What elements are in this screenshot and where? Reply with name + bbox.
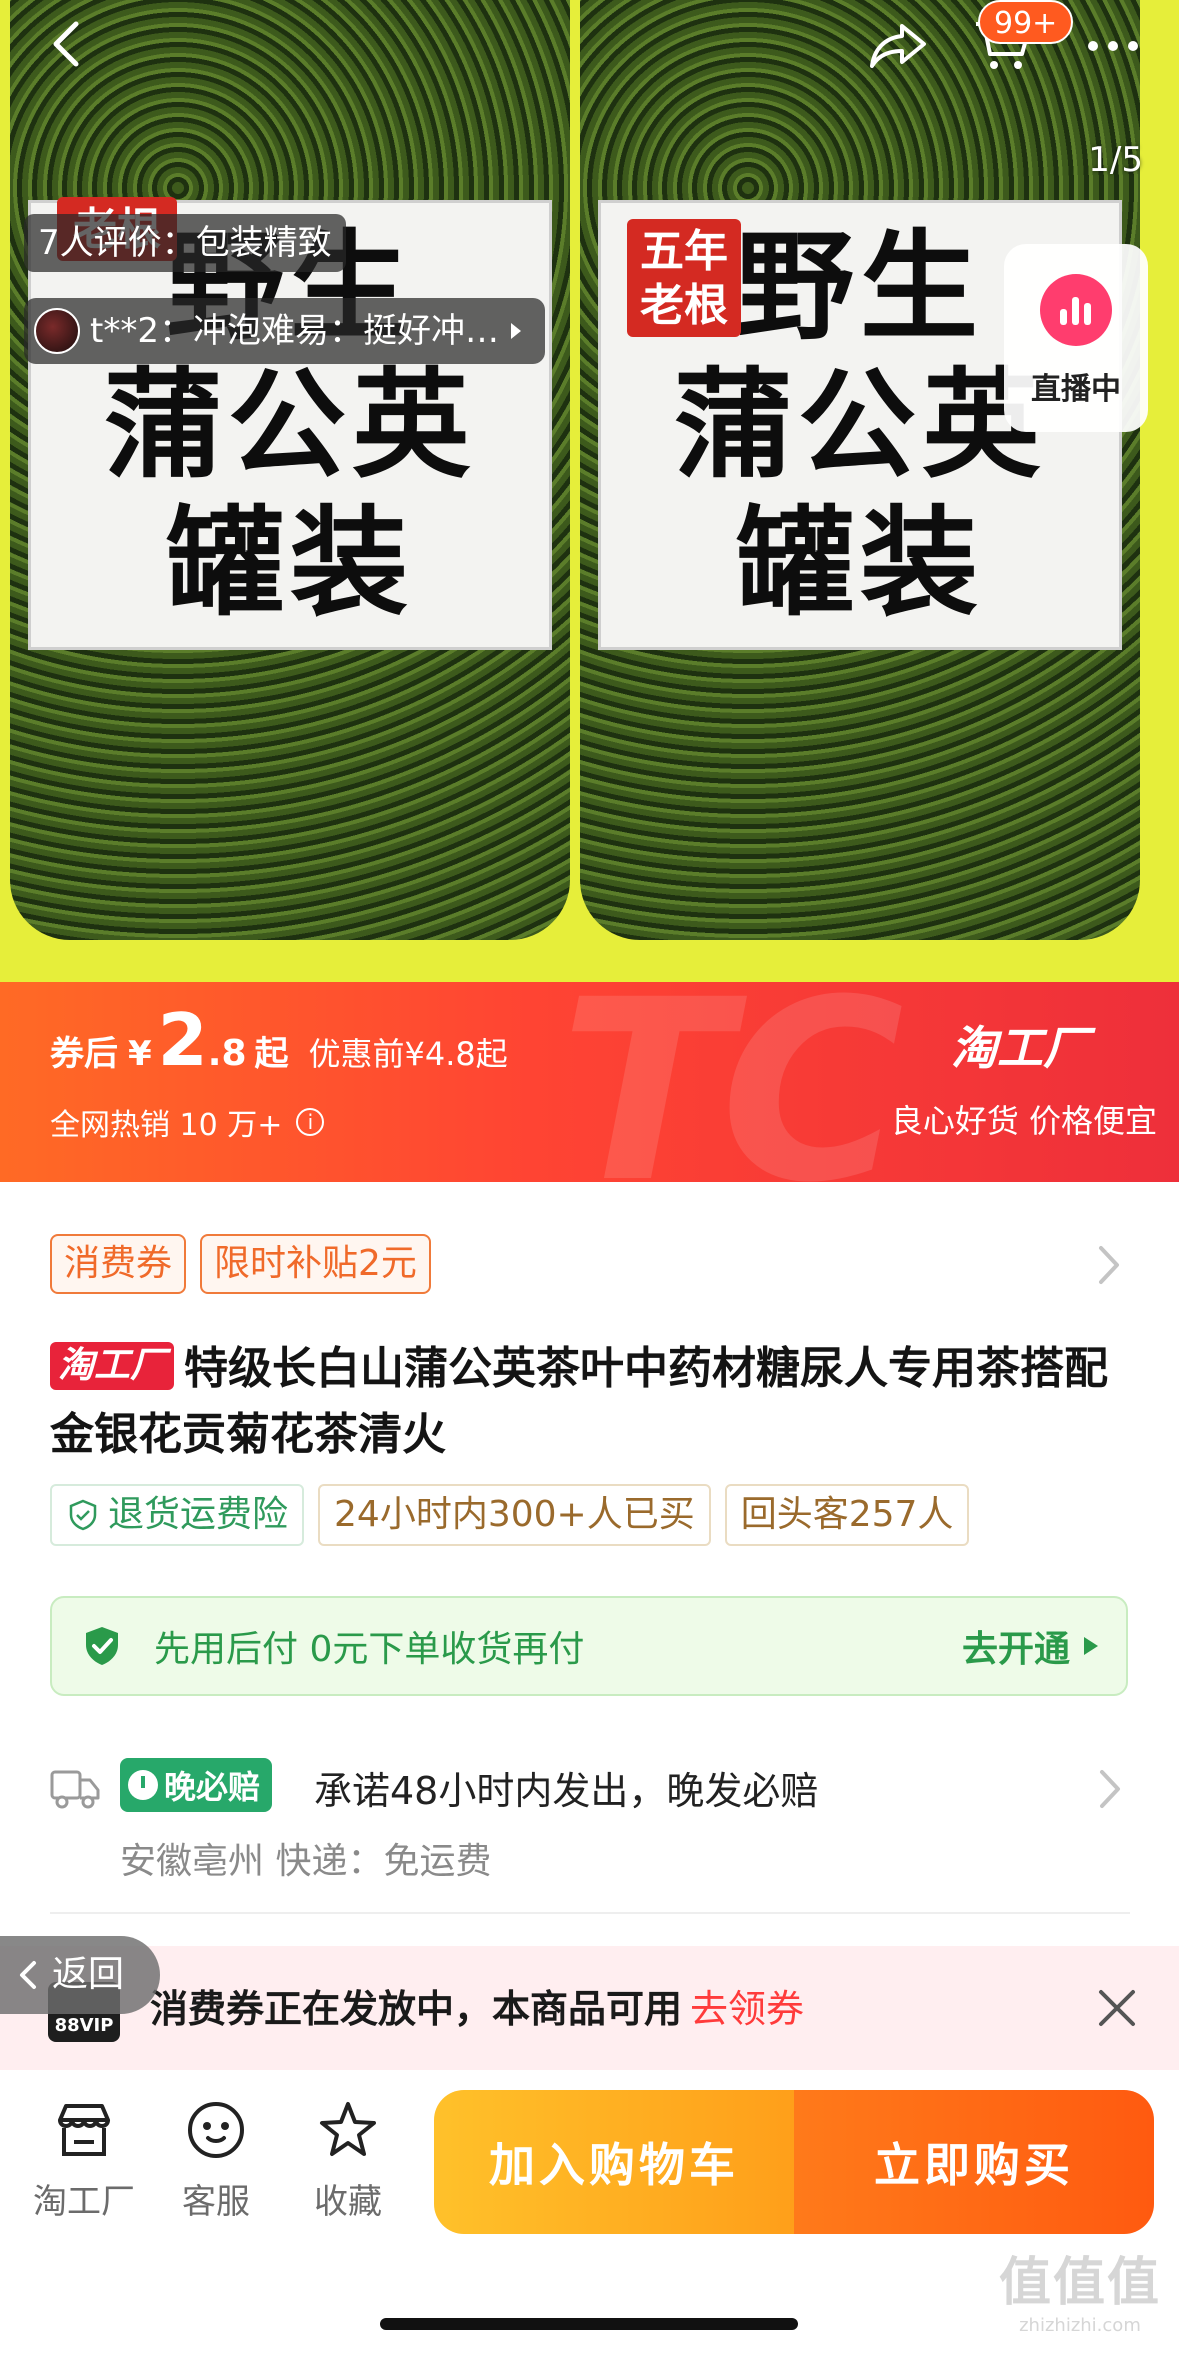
jar-badge-line-1: 五年 [640,226,728,277]
sales-count: 全网热销 10 万+ [50,1108,283,1143]
more-dots-icon [1088,41,1138,51]
shipping-origin-fee: 安徽亳州 快递：免运费 [120,1841,492,1882]
nav-favorite-label: 收藏 [314,2182,382,2222]
watermark-logo: 值值值 [998,2253,1161,2313]
caret-right-icon [510,323,521,339]
nav-customer-service[interactable]: 客服 [156,2098,276,2223]
jar-line-1: 野生 [735,218,984,356]
review-summary-chip[interactable]: 7人评价：包装精致 [24,214,346,272]
buy-now-button[interactable]: 立即购买 [794,2090,1154,2234]
review-quote-chip[interactable]: t**2：冲泡难易：挺好冲… [24,298,545,364]
original-price: 优惠前¥4.8起 [308,1035,508,1073]
cart-count-badge: 99+ [978,0,1074,44]
product-image-gallery[interactable]: 老根 野生 蒲公英 罐装 五年 老根 野生 蒲公英 罐装 [0,0,1179,982]
return-button[interactable]: 返回 [0,1936,161,2014]
nav-favorite[interactable]: 收藏 [288,2098,408,2223]
pay-later-text: 先用后付 0元下单收货再付 [154,1629,585,1670]
product-jar-image-right: 五年 老根 野生 蒲公英 罐装 [580,0,1140,940]
product-title-text: 特级长白山蒲公英茶叶中药材糖尿人专用茶搭配金银花贡菊花茶清火 [50,1343,1109,1460]
jar-line-2: 蒲公英 [673,356,1046,494]
price-currency: ¥ [128,1034,152,1074]
shipping-row[interactable]: 晚必赔 承诺48小时内发出，晚发必赔 安徽亳州 快递：免运费 [50,1758,1130,1898]
price-line: 券后 ¥ 2 .8 起 优惠前¥4.8起 [50,998,508,1082]
chevron-right-icon[interactable] [1089,1240,1129,1290]
subsidy-tag[interactable]: 限时补贴2元 [200,1234,431,1294]
late-compensation-label: 晚必赔 [164,1768,261,1806]
live-bars-icon [1040,274,1112,346]
shield-check-icon [86,1627,118,1665]
price-integer: 2 [157,998,208,1082]
chevron-left-icon [20,1961,36,1989]
return-insurance-label: 退货运费险 [108,1494,289,1535]
recent-buyers-badge: 24小时内300+人已买 [318,1484,711,1546]
price-label: 券后 [50,1034,118,1074]
shield-check-icon [69,1499,97,1531]
nav-shop[interactable]: 淘工厂 [24,2098,144,2223]
truck-icon [50,1770,100,1809]
chevron-left-icon [53,21,79,67]
close-icon[interactable] [1089,1980,1145,2036]
reviewer-avatar [34,308,80,354]
price-suffix: 起 [254,1034,289,1074]
more-button[interactable] [1078,14,1148,78]
claim-coupon-link[interactable]: 去领券 [690,1987,804,2031]
jar-line-3: 罐装 [165,494,414,632]
jar-line-2: 蒲公英 [103,356,476,494]
product-jar-image-left: 老根 野生 蒲公英 罐装 [10,0,570,940]
clock-icon [128,1770,158,1800]
store-tag: 淘工厂 [50,1342,175,1390]
promo-message: 消费券正在发放中，本商品可用 [150,1987,683,2031]
brand-slogan: 良心好货 价格便宜 [890,1102,1157,1140]
store-icon [58,2104,110,2156]
back-button[interactable] [36,14,96,74]
late-compensation-badge: 晚必赔 [120,1758,273,1812]
price-decimal: .8 [207,1033,247,1074]
vip-label: 88VIP [54,2015,114,2036]
repeat-buyers-badge: 回头客257人 [724,1484,970,1546]
jar-badge: 五年 老根 [627,219,741,337]
home-indicator[interactable] [380,2318,798,2330]
price-banner: TC 券后 ¥ 2 .8 起 优惠前¥4.8起 全网热销 10 万+ i 淘工厂… [0,982,1179,1182]
coupon-promo-bar[interactable]: 88VIP 消费券正在发放中，本商品可用 去领券 [0,1946,1179,2070]
coupon-tag[interactable]: 消费券 [50,1234,187,1294]
info-icon[interactable]: i [296,1108,325,1136]
nav-service-label: 客服 [182,2182,250,2222]
add-to-cart-button[interactable]: 加入购物车 [434,2090,794,2234]
live-stream-button[interactable]: 直播中 [1004,244,1148,432]
chevron-right-icon[interactable] [1090,1764,1130,1814]
sales-info[interactable]: 全网热销 10 万+ i [50,1100,325,1144]
divider [50,1912,1130,1914]
jar-line-3: 罐装 [735,494,984,632]
brand-logo: 淘工厂 [951,1021,1089,1075]
pay-later-banner[interactable]: 先用后付 0元下单收货再付 去开通 [50,1596,1128,1696]
image-counter: 1/5 [1088,140,1143,180]
return-label: 返回 [52,1954,125,1995]
review-quote-text: t**2：冲泡难易：挺好冲… [90,311,499,351]
return-insurance-badge[interactable]: 退货运费险 [50,1484,305,1546]
jar-badge-line-2: 老根 [640,280,728,331]
pay-later-activate-link[interactable]: 去开通 [962,1620,1070,1672]
site-watermark: 值值值 zhizhizhi.com [999,2240,1161,2336]
promo-text: 消费券正在发放中，本商品可用 去领券 [150,1978,804,2033]
caret-right-icon [1084,1637,1098,1655]
watermark-url: zhizhizhi.com [1019,2315,1141,2336]
product-title: 淘工厂 特级长白山蒲公英茶叶中药材糖尿人专用茶搭配金银花贡菊花茶清火 [50,1336,1140,1468]
brand-watermark: TC [560,982,904,1182]
shipping-promise: 承诺48小时内发出，晚发必赔 [314,1769,819,1813]
live-label: 直播中 [1031,372,1121,407]
nav-shop-label: 淘工厂 [33,2182,135,2222]
smiley-service-icon [188,2102,244,2158]
star-icon [320,2102,376,2156]
share-button[interactable] [866,14,930,78]
coupon-row[interactable]: 消费券 限时补贴2元 [50,1234,431,1294]
share-icon [870,24,926,68]
feature-badges: 退货运费险 24小时内300+人已买 回头客257人 [50,1484,970,1546]
